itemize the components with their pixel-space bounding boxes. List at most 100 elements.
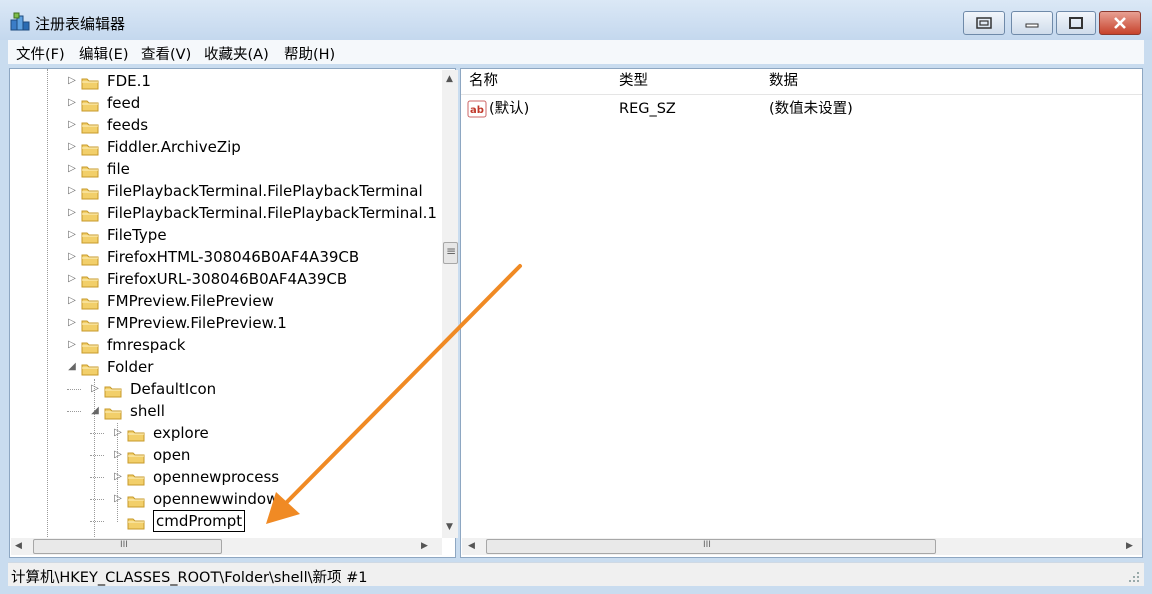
tree-vertical-scrollbar[interactable]: ▲ ≡ ▼	[442, 70, 458, 538]
tree-item[interactable]: ▷ FMPreview.FilePreview.1	[10, 312, 440, 334]
tree-item[interactable]: ▷ file	[10, 158, 440, 180]
menu-favorites[interactable]: 收藏夹(A)	[204, 43, 269, 64]
tree-item[interactable]: ▷ FMPreview.FilePreview	[10, 290, 440, 312]
tree-item[interactable]: ▷ FirefoxHTML-308046B0AF4A39CB	[10, 246, 440, 268]
tree-horizontal-scrollbar[interactable]: ◀ III ▶	[11, 538, 442, 555]
scroll-grip-icon: III	[703, 540, 711, 550]
expand-arrow-icon[interactable]: ▷	[113, 444, 123, 466]
tree-item[interactable]: ▷ FileType	[10, 224, 440, 246]
expand-arrow-icon[interactable]: ▷	[67, 334, 77, 356]
tree-item-label: shell	[130, 402, 165, 420]
status-path: 计算机\HKEY_CLASSES_ROOT\Folder\shell\新项 #1	[11, 570, 368, 586]
folder-icon	[81, 74, 99, 90]
expand-arrow-icon[interactable]: ▷	[113, 466, 123, 488]
expand-arrow-icon[interactable]: ▷	[90, 378, 100, 400]
rename-key-input[interactable]: cmdPrompt	[153, 510, 246, 532]
expand-arrow-icon[interactable]: ▷	[67, 180, 77, 202]
tree-item[interactable]: ▷ FilePlaybackTerminal.FilePlaybackTermin…	[10, 202, 440, 224]
tree-item[interactable]: ▷ explore	[10, 422, 440, 444]
scroll-down-icon[interactable]: ▼	[446, 522, 453, 532]
tree-guide-line	[90, 455, 104, 456]
menu-file[interactable]: 文件(F)	[16, 43, 65, 64]
registry-editor-icon	[10, 12, 30, 31]
expand-arrow-icon[interactable]: ▷	[67, 246, 77, 268]
tree-item-label: fmrespack	[107, 336, 186, 354]
expand-arrow-icon[interactable]: ▷	[67, 268, 77, 290]
tree-item[interactable]: ▷ feeds	[10, 114, 440, 136]
expand-arrow-icon[interactable]: ▷	[67, 224, 77, 246]
resize-grip-icon[interactable]	[1128, 571, 1140, 583]
scroll-left-icon[interactable]: ◀	[15, 541, 22, 551]
column-header-name[interactable]: 名称	[469, 69, 498, 93]
scroll-right-icon[interactable]: ▶	[421, 541, 428, 551]
folder-icon	[81, 250, 99, 266]
restore-down-button[interactable]	[963, 11, 1005, 35]
expand-arrow-icon[interactable]: ▷	[67, 92, 77, 114]
tree-item[interactable]: ▷ opennewprocess	[10, 466, 440, 488]
tree-item[interactable]: ◢ shell	[10, 400, 440, 422]
tree-item[interactable]: ◢ Folder	[10, 356, 440, 378]
expand-arrow-icon[interactable]: ▷	[67, 136, 77, 158]
maximize-icon	[1069, 17, 1083, 29]
tree-item[interactable]: ▷ feed	[10, 92, 440, 114]
folder-icon	[127, 426, 145, 442]
tree-item[interactable]: ▷ DefaultIcon	[10, 378, 440, 400]
tree-item[interactable]: ▷ FilePlaybackTerminal.FilePlaybackTermin…	[10, 180, 440, 202]
folder-icon	[127, 448, 145, 464]
menu-bar: 文件(F) 编辑(E) 查看(V) 收藏夹(A) 帮助(H)	[8, 40, 1144, 64]
tree-item-label: Folder	[107, 358, 154, 376]
tree-vertical-scroll-thumb[interactable]: ≡	[443, 242, 458, 264]
tree-item[interactable]: ▷ open	[10, 444, 440, 466]
tree-item[interactable]: ▷ FirefoxURL-308046B0AF4A39CB	[10, 268, 440, 290]
tree-item[interactable]: cmdPrompt	[10, 510, 440, 532]
list-horizontal-scroll-thumb[interactable]: III	[486, 539, 936, 554]
expand-arrow-icon[interactable]: ▷	[67, 312, 77, 334]
scroll-left-icon[interactable]: ◀	[468, 541, 475, 551]
menu-edit[interactable]: 编辑(E)	[79, 43, 128, 64]
scroll-grip-icon: ≡	[446, 244, 457, 258]
expand-arrow-icon[interactable]: ▷	[67, 70, 77, 92]
tree-horizontal-scroll-thumb[interactable]: III	[33, 539, 222, 554]
expand-arrow-icon[interactable]: ▷	[67, 158, 77, 180]
folder-icon	[104, 382, 122, 398]
column-header-type[interactable]: 类型	[619, 69, 648, 93]
menu-help[interactable]: 帮助(H)	[284, 43, 335, 64]
tree-item[interactable]: ▷ opennewwindow	[10, 488, 440, 510]
registry-tree-pane[interactable]: ▷ FDE.1 ▷ feed ▷ feeds ▷ Fiddler.ArchiveZip ▷ fil…	[9, 68, 458, 558]
expand-arrow-icon[interactable]: ▷	[67, 202, 77, 224]
tree-guide-line	[67, 411, 81, 412]
values-list-pane[interactable]: 名称 类型 数据 ab (默认) REG_SZ (数值未设置) ◀ III ▶	[460, 68, 1143, 558]
restore-icon	[976, 17, 992, 29]
scroll-up-icon[interactable]: ▲	[446, 74, 453, 84]
window-title: 注册表编辑器	[35, 15, 126, 33]
tree-item-label: opennewprocess	[153, 468, 280, 486]
maximize-button[interactable]	[1056, 11, 1096, 35]
folder-icon	[81, 118, 99, 134]
scroll-grip-icon: III	[120, 540, 128, 550]
close-button[interactable]	[1099, 11, 1141, 35]
title-bar: 注册表编辑器	[0, 0, 1152, 40]
tree-item[interactable]: ▷ Fiddler.ArchiveZip	[10, 136, 440, 158]
collapse-arrow-icon[interactable]: ◢	[67, 356, 77, 378]
tree-item[interactable]: ▷ FDE.1	[10, 70, 440, 92]
tree-item-label: explore	[153, 424, 209, 442]
expand-arrow-icon[interactable]: ▷	[67, 290, 77, 312]
list-horizontal-scrollbar[interactable]: ◀ III ▶	[462, 538, 1142, 555]
minimize-icon	[1025, 23, 1039, 28]
tree-item[interactable]: ▷ fmrespack	[10, 334, 440, 356]
minimize-button[interactable]	[1011, 11, 1053, 35]
menu-view[interactable]: 查看(V)	[141, 43, 191, 64]
tree-item-label: FileType	[107, 226, 167, 244]
tree-item-label: FMPreview.FilePreview.1	[107, 314, 287, 332]
folder-icon	[81, 96, 99, 112]
tree-item-label: FilePlaybackTerminal.FilePlaybackTermina…	[107, 204, 437, 222]
column-header-data[interactable]: 数据	[769, 69, 798, 93]
expand-arrow-icon[interactable]: ▷	[67, 114, 77, 136]
folder-icon	[81, 316, 99, 332]
scroll-right-icon[interactable]: ▶	[1126, 541, 1133, 551]
folder-icon	[127, 470, 145, 486]
collapse-arrow-icon[interactable]: ◢	[90, 400, 100, 422]
expand-arrow-icon[interactable]: ▷	[113, 488, 123, 510]
expand-arrow-icon[interactable]: ▷	[113, 422, 123, 444]
folder-icon	[127, 514, 145, 530]
